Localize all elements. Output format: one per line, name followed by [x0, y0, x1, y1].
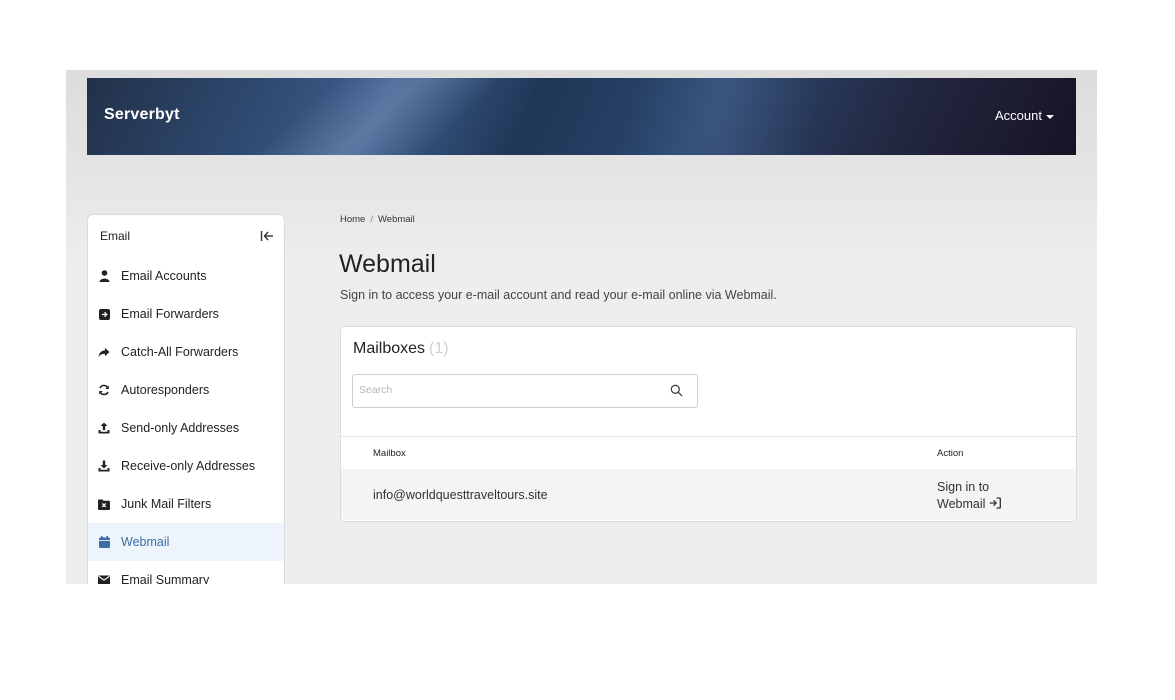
sidebar-item-email-forwarders[interactable]: Email Forwarders: [88, 295, 284, 333]
forward-box-icon: [98, 308, 110, 320]
mailboxes-card: Mailboxes(1) Mailbox Action info@worldqu…: [340, 326, 1077, 522]
sidebar-item-send-only-addresses[interactable]: Send-only Addresses: [88, 409, 284, 447]
column-header-mailbox[interactable]: Mailbox: [373, 448, 406, 459]
table-row: info@worldquesttraveltours.site Sign in …: [341, 469, 1076, 520]
app-window: Serverbyt Account Email Email Accounts E…: [66, 70, 1097, 584]
calendar-icon: [98, 536, 110, 548]
account-label: Account: [995, 108, 1042, 123]
sidebar-item-autoresponders[interactable]: Autoresponders: [88, 371, 284, 409]
sidebar-header: Email: [88, 215, 284, 257]
download-icon: [98, 460, 110, 472]
sidebar-item-label: Email Forwarders: [121, 307, 219, 321]
sidebar-item-email-summary[interactable]: Email Summary: [88, 561, 284, 584]
sidebar: Email Email Accounts Email Forwarders Ca…: [87, 214, 285, 584]
sign-in-webmail-link[interactable]: Sign in to Webmail: [937, 479, 1002, 513]
sidebar-item-label: Email Accounts: [121, 269, 207, 283]
sidebar-item-label: Webmail: [121, 535, 170, 549]
breadcrumb-home-link[interactable]: Home: [340, 214, 365, 225]
sign-in-arrow-icon: [990, 497, 1002, 509]
sidebar-title: Email: [100, 229, 131, 243]
caret-down-icon: [1046, 114, 1054, 119]
sidebar-item-junk-mail-filters[interactable]: Junk Mail Filters: [88, 485, 284, 523]
mailboxes-title: Mailboxes: [353, 340, 426, 357]
envelope-icon: [98, 574, 110, 584]
share-arrow-icon: [98, 346, 110, 358]
sidebar-item-label: Junk Mail Filters: [121, 497, 212, 511]
sidebar-item-label: Autoresponders: [121, 383, 210, 397]
sidebar-item-label: Email Summary: [121, 573, 210, 584]
page-title: Webmail: [339, 250, 436, 278]
brand-logo-text[interactable]: Serverbyt: [104, 106, 180, 124]
collapse-sidebar-icon[interactable]: [260, 229, 274, 243]
breadcrumb-separator: /: [370, 214, 373, 225]
sidebar-item-receive-only-addresses[interactable]: Receive-only Addresses: [88, 447, 284, 485]
search-container: [352, 374, 698, 408]
mailbox-address: info@worldquesttraveltours.site: [373, 488, 548, 502]
sidebar-item-label: Receive-only Addresses: [121, 459, 256, 473]
search-input[interactable]: [353, 375, 665, 405]
sign-in-label-line2: Webmail: [937, 497, 986, 511]
refresh-icon: [98, 384, 110, 396]
breadcrumb: Home / Webmail: [340, 214, 415, 225]
banner-decoration: [387, 78, 987, 155]
page-description: Sign in to access your e-mail account an…: [340, 288, 777, 302]
sidebar-item-label: Send-only Addresses: [121, 421, 240, 435]
upload-icon: [98, 422, 110, 434]
sign-in-label-line1: Sign in to: [937, 480, 990, 494]
sidebar-item-webmail[interactable]: Webmail: [88, 523, 284, 561]
account-menu[interactable]: Account: [995, 108, 1054, 123]
mailboxes-count: (1): [429, 340, 449, 357]
sidebar-item-label: Catch-All Forwarders: [121, 345, 239, 359]
user-icon: [98, 270, 110, 282]
column-header-action: Action: [937, 448, 964, 459]
breadcrumb-current: Webmail: [377, 214, 415, 225]
top-banner: Serverbyt Account: [87, 78, 1076, 155]
table-header: Mailbox Action: [341, 436, 1076, 470]
search-icon[interactable]: [670, 384, 683, 397]
sidebar-item-email-accounts[interactable]: Email Accounts: [88, 257, 284, 295]
sidebar-item-catch-all-forwarders[interactable]: Catch-All Forwarders: [88, 333, 284, 371]
mailboxes-heading: Mailboxes (1): [353, 340, 449, 358]
junk-folder-icon: [98, 498, 110, 510]
